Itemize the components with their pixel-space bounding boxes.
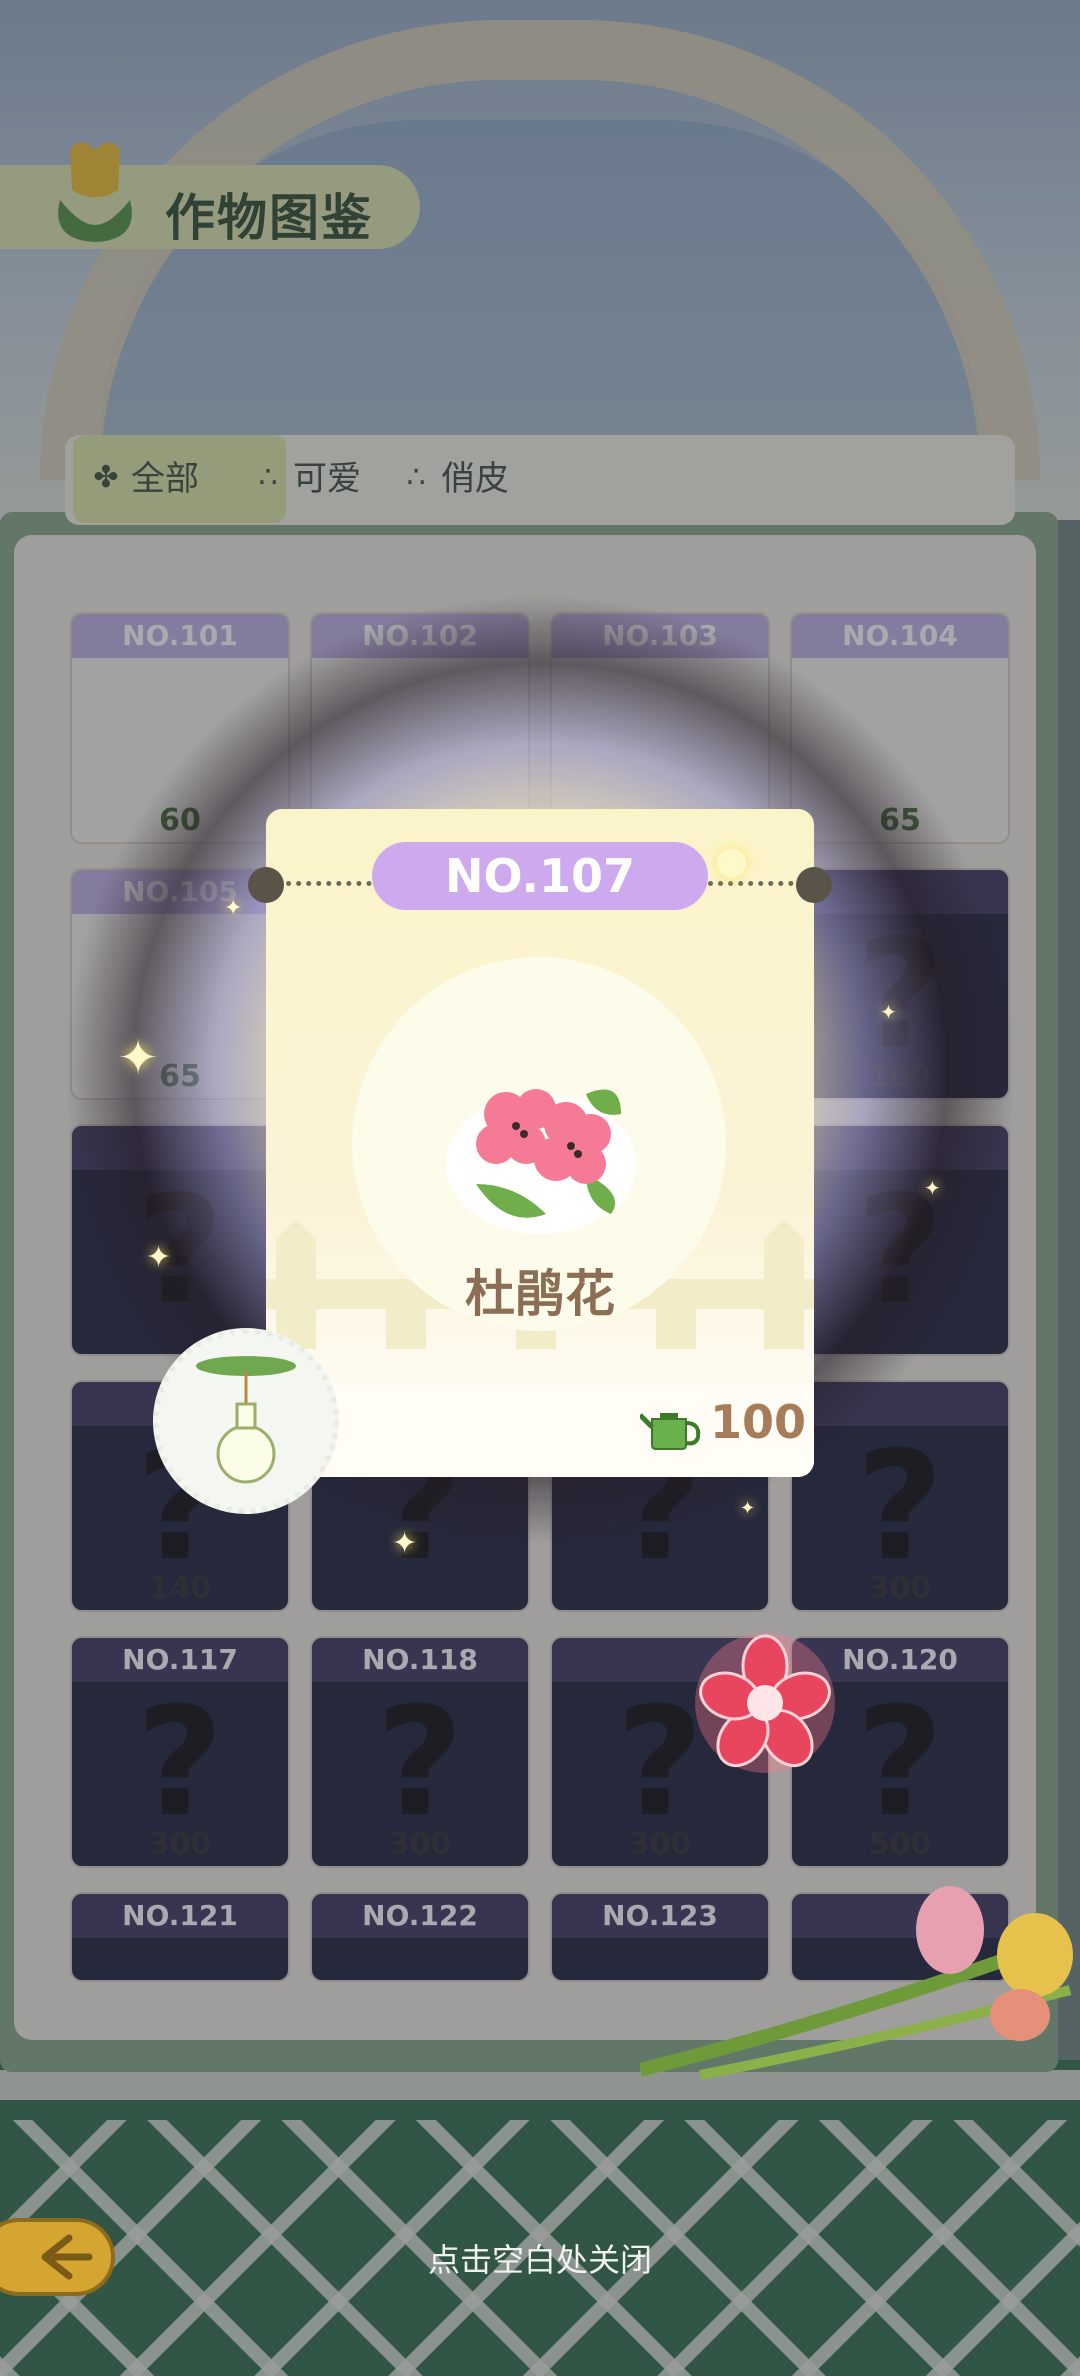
pin-left — [248, 867, 284, 903]
sparkle-icon: ✦ — [118, 1030, 159, 1086]
sparkle-icon: ✦ — [146, 1240, 172, 1275]
sparkle-icon: ✦ — [880, 1000, 897, 1024]
crop-number-badge: NO.107 — [372, 842, 708, 910]
watering-can-icon — [640, 1413, 701, 1450]
crop-detail-card: NO.107 杜鹃花 100 — [248, 809, 832, 1477]
sparkle-icon: ● — [715, 838, 749, 882]
close-hint[interactable]: 点击空白处关闭 — [0, 2235, 1080, 2281]
light-bulb-icon — [196, 1356, 296, 1484]
azalea-flower-icon — [446, 1089, 636, 1234]
light-bulb-badge — [153, 1328, 339, 1514]
crop-price: 100 — [710, 1395, 807, 1449]
sparkle-icon: ✦ — [924, 1176, 941, 1200]
pin-right — [796, 867, 832, 903]
sparkle-icon: ✦ — [392, 1526, 418, 1561]
crop-name: 杜鹃花 — [465, 1265, 615, 1323]
tulip-bouquet-decoration — [640, 1886, 1073, 2080]
sparkle-icon: ✦ — [224, 896, 243, 921]
sparkle-icon: ✦ — [740, 1498, 756, 1519]
glowing-blossom-icon — [695, 1633, 835, 1773]
